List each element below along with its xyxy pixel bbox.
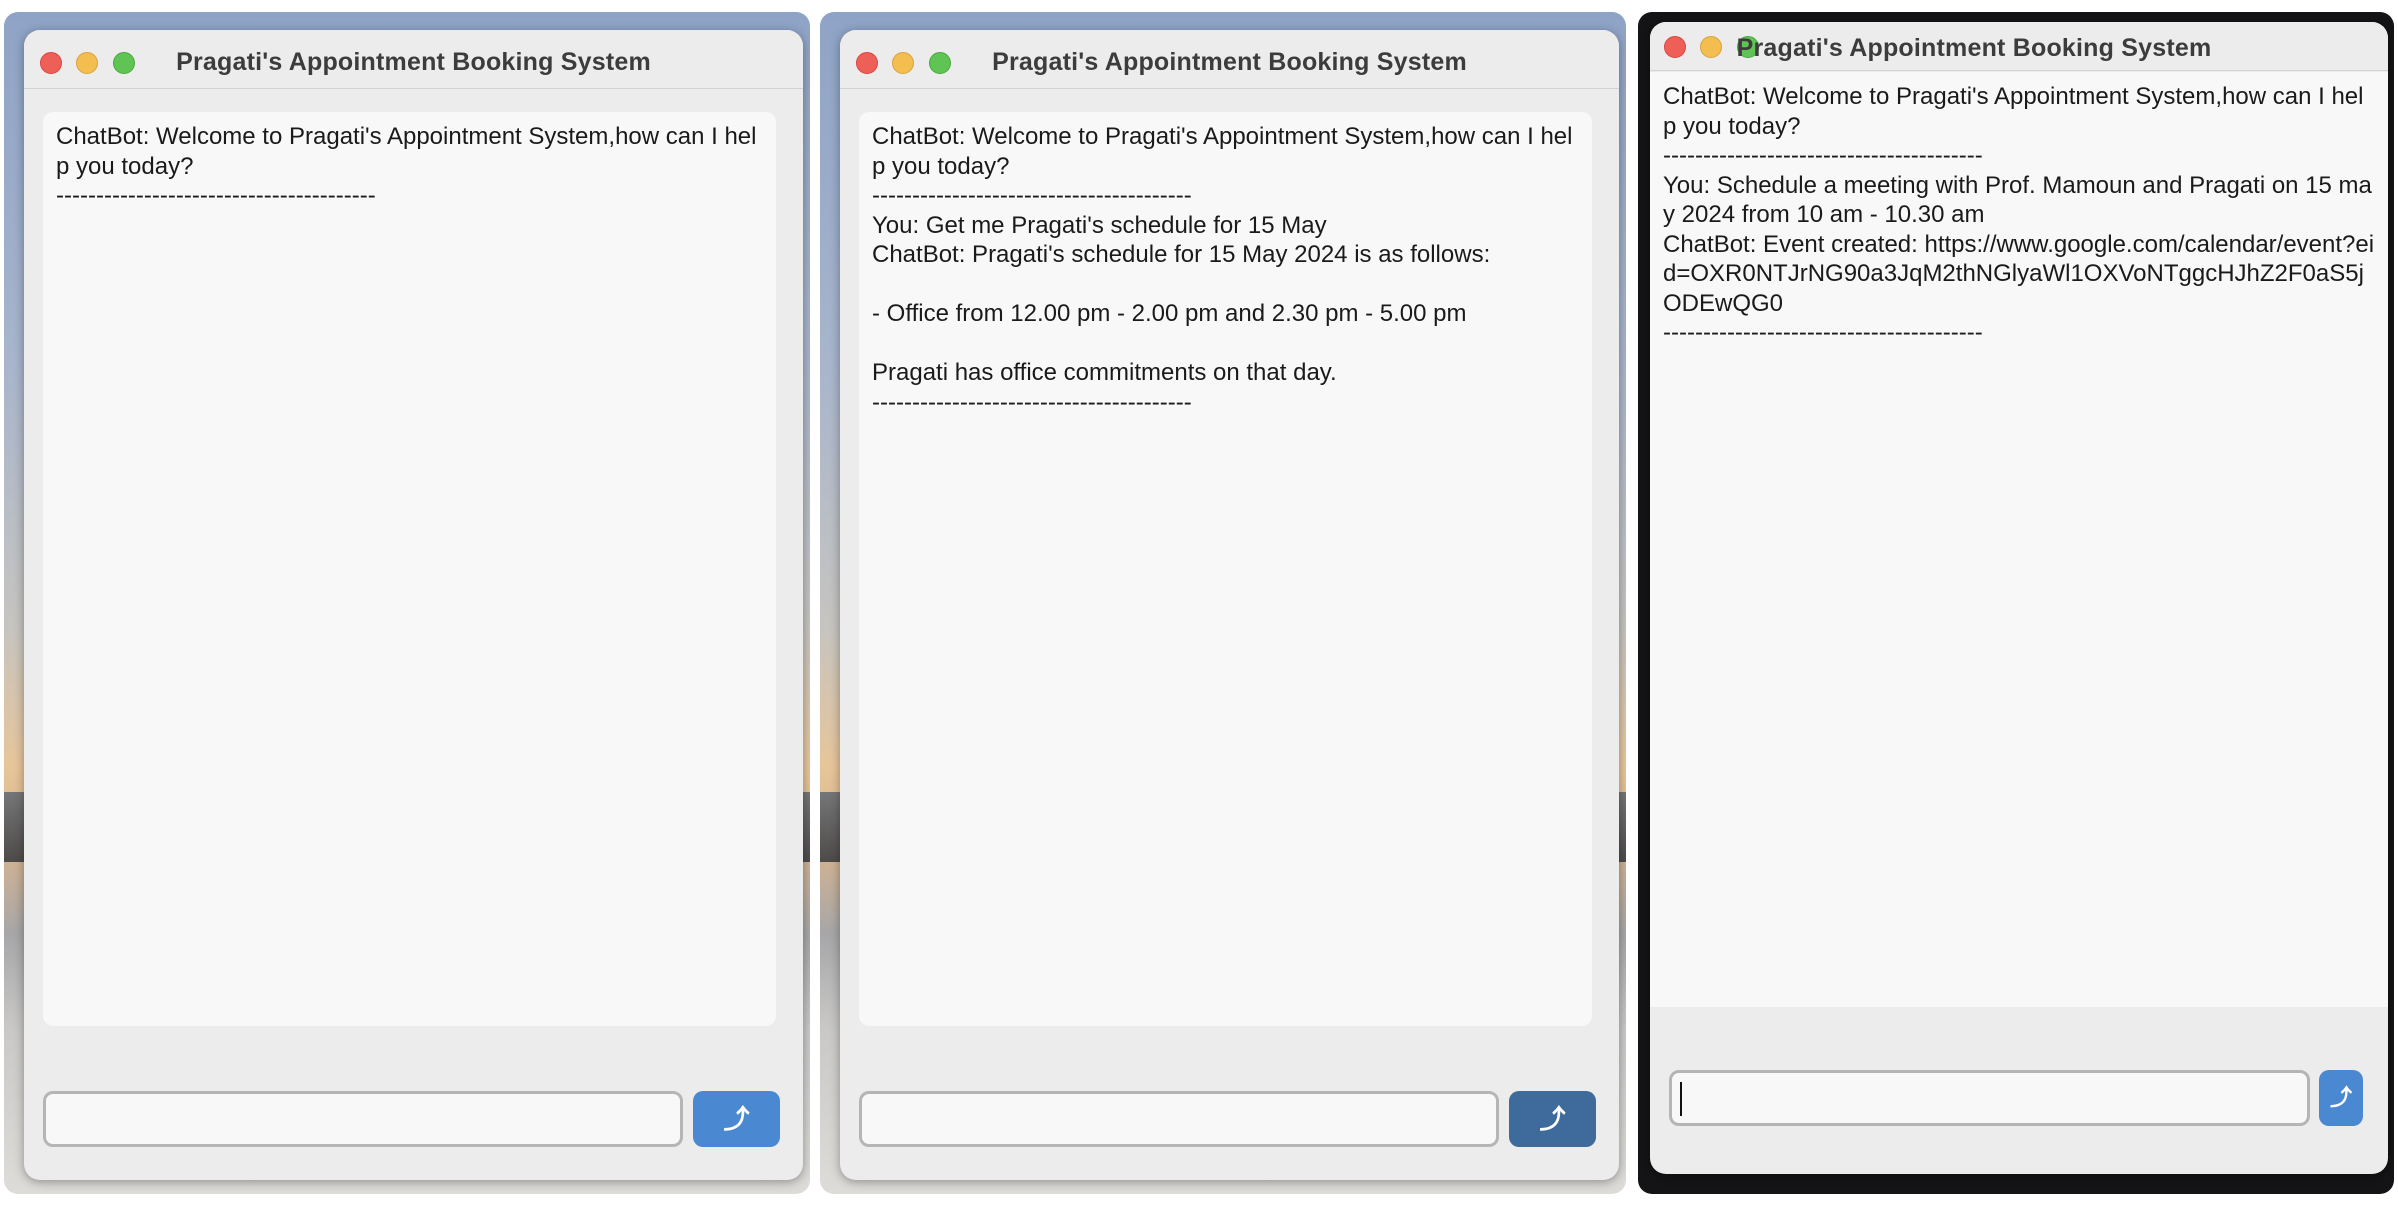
- send-button[interactable]: ⤴: [1509, 1091, 1596, 1147]
- chat-transcript: ChatBot: Welcome to Pragati's Appointmen…: [872, 123, 1573, 416]
- window-title: Pragati's Appointment Booking System: [992, 48, 1467, 76]
- send-button[interactable]: ⤴: [693, 1091, 780, 1147]
- screenshot-panel-2: Pragati's Appointment Booking System Cha…: [820, 12, 1626, 1194]
- window-title: Pragati's Appointment Booking System: [1736, 34, 2212, 62]
- send-button[interactable]: ⤴: [2319, 1070, 2363, 1126]
- app-window: Pragati's Appointment Booking System Cha…: [1650, 22, 2388, 1174]
- chat-transcript: ChatBot: Welcome to Pragati's Appointmen…: [56, 123, 757, 209]
- screenshot-panel-1: Pragati's Appointment Booking System Cha…: [4, 12, 810, 1194]
- message-input[interactable]: [859, 1091, 1499, 1147]
- app-window: Pragati's Appointment Booking System Cha…: [840, 30, 1619, 1180]
- title-bar[interactable]: Pragati's Appointment Booking System: [24, 30, 803, 89]
- title-bar[interactable]: Pragati's Appointment Booking System: [1650, 22, 2388, 71]
- chat-display[interactable]: ChatBot: Welcome to Pragati's Appointmen…: [43, 112, 776, 1026]
- text-cursor: [1680, 1082, 1682, 1116]
- chat-transcript: ChatBot: Welcome to Pragati's Appointmen…: [1663, 83, 2375, 346]
- title-bar[interactable]: Pragati's Appointment Booking System: [840, 30, 1619, 89]
- app-window: Pragati's Appointment Booking System Cha…: [24, 30, 803, 1180]
- message-input[interactable]: [43, 1091, 683, 1147]
- arrow-up-icon: ⤴: [1539, 1104, 1566, 1134]
- window-title: Pragati's Appointment Booking System: [176, 48, 651, 76]
- arrow-up-icon: ⤴: [2329, 1085, 2352, 1110]
- chat-display[interactable]: ChatBot: Welcome to Pragati's Appointmen…: [859, 112, 1592, 1026]
- screenshot-panel-3: Pragati's Appointment Booking System Cha…: [1638, 12, 2394, 1194]
- arrow-up-icon: ⤴: [723, 1104, 750, 1134]
- message-input[interactable]: [1669, 1070, 2310, 1126]
- chat-display[interactable]: ChatBot: Welcome to Pragati's Appointmen…: [1650, 72, 2388, 1007]
